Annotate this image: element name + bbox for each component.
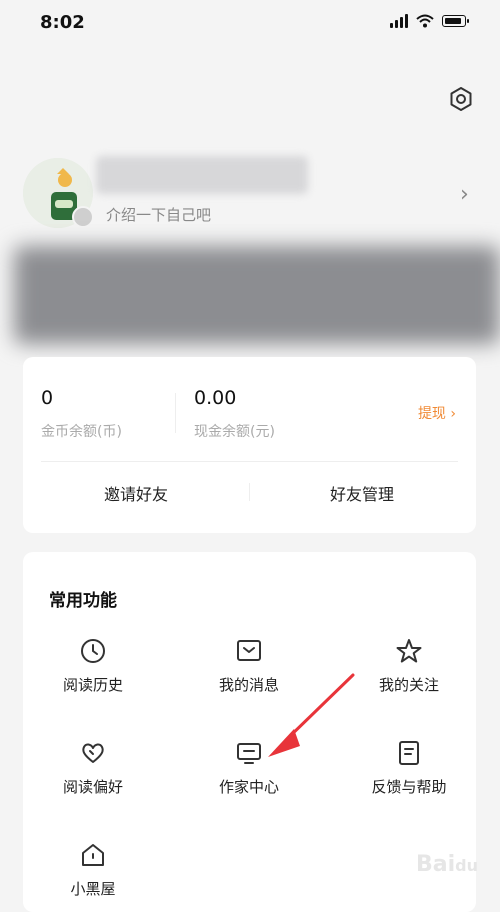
house-icon [82, 844, 104, 866]
fn-reading-preference[interactable]: 阅读偏好 [23, 740, 163, 797]
chevron-right-icon[interactable]: › [460, 182, 469, 207]
invite-friends-button[interactable]: 邀请好友 [23, 481, 249, 505]
withdraw-label: 提现 [417, 406, 446, 422]
divider [41, 461, 458, 462]
fn-writer-center[interactable]: 作家中心 [179, 740, 319, 797]
watermark: Baidu [416, 852, 478, 877]
fn-my-messages[interactable]: 我的消息 [179, 638, 319, 695]
cash-balance-value: 0.00 [194, 387, 237, 409]
fn-my-follows[interactable]: 我的关注 [339, 638, 479, 695]
username-blurred [96, 156, 308, 194]
fn-reading-history[interactable]: 阅读历史 [23, 638, 163, 695]
friend-management-button[interactable]: 好友管理 [249, 481, 475, 505]
document-icon [399, 741, 419, 765]
wallet-card: 0 金币余额(币) 0.00 现金余额(元) 提现 › 邀请好友 好友管理 [23, 357, 476, 533]
settings-gear-icon[interactable] [448, 86, 474, 112]
star-icon [396, 639, 422, 663]
fn-label: 作家中心 [218, 778, 279, 796]
message-icon [237, 640, 261, 661]
withdraw-link[interactable]: 提现 › [418, 403, 456, 423]
coin-balance-value: 0 [41, 387, 54, 409]
cash-balance-label: 现金余额(元) [194, 424, 275, 440]
fn-label: 我的关注 [378, 676, 439, 694]
divider [175, 393, 176, 433]
avatar-badge [72, 206, 94, 228]
fn-black-room[interactable]: 小黑屋 [23, 842, 163, 899]
chevron-right-icon: › [450, 406, 456, 422]
fn-label: 我的消息 [218, 676, 279, 694]
profile-header[interactable]: 介绍一下自己吧 › [0, 150, 500, 240]
signal-icon [390, 14, 408, 28]
status-time: 8:02 [40, 12, 85, 33]
coin-balance-label: 金币余额(币) [41, 424, 122, 440]
heart-icon [82, 743, 104, 763]
fn-label: 阅读偏好 [62, 778, 123, 796]
fn-feedback-help[interactable]: 反馈与帮助 [339, 740, 479, 797]
section-title: 常用功能 [49, 591, 117, 611]
fn-label: 阅读历史 [62, 676, 123, 694]
blurred-banner [14, 246, 500, 344]
wifi-icon [416, 14, 434, 28]
monitor-icon [237, 743, 261, 764]
common-functions-card: 常用功能 阅读历史 我的消息 我的关注 阅读偏好 作家中心 反馈与帮助 小黑屋 [23, 552, 476, 912]
profile-intro: 介绍一下自己吧 [106, 206, 212, 224]
fn-label: 反馈与帮助 [371, 778, 447, 796]
status-bar: 8:02 [0, 0, 500, 48]
clock-icon [81, 639, 105, 663]
status-icons [390, 14, 469, 28]
battery-icon [442, 15, 469, 27]
